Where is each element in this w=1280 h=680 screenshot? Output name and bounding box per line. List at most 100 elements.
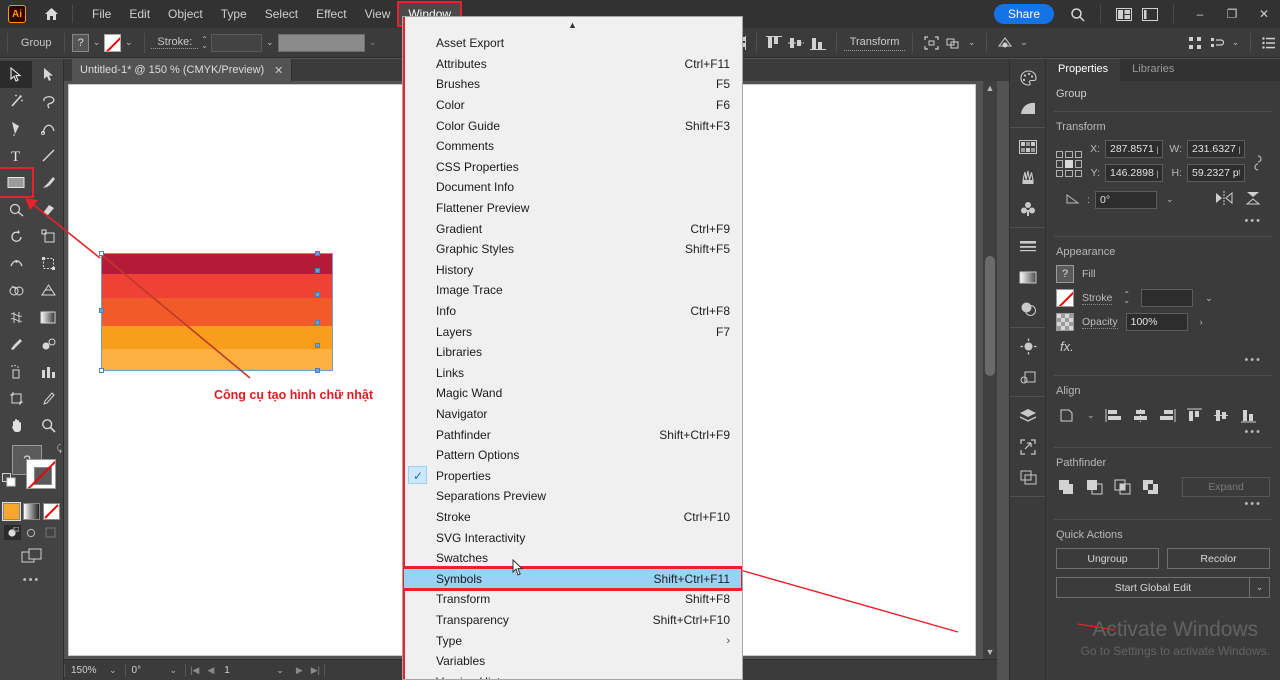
w-input[interactable] — [1187, 140, 1245, 158]
menu-item-flattener-preview[interactable]: Flattener Preview — [403, 198, 742, 219]
start-global-edit-button[interactable]: Start Global Edit — [1056, 577, 1250, 598]
link-wh-icon[interactable] — [1252, 153, 1270, 176]
menu-item-pathfinder[interactable]: PathfinderShift+Ctrl+F9 — [403, 424, 742, 445]
scroll-down-icon[interactable]: ▼ — [983, 645, 997, 659]
eyedropper-tool[interactable] — [0, 331, 32, 358]
graphic-styles-panel-icon[interactable] — [1010, 362, 1046, 393]
h-input[interactable] — [1187, 164, 1245, 182]
tab-libraries[interactable]: Libraries — [1120, 59, 1186, 81]
change-screen-mode-icon[interactable] — [0, 548, 63, 564]
last-artboard-icon[interactable]: ▶| — [307, 665, 324, 676]
stroke-weight-input[interactable] — [1141, 289, 1193, 307]
artboards-panel-icon[interactable] — [1010, 462, 1046, 493]
shape-builder-tool[interactable] — [0, 277, 32, 304]
menu-item-stroke[interactable]: StrokeCtrl+F10 — [403, 507, 742, 528]
rotation-chevron-down-icon[interactable]: ⌄ — [168, 665, 186, 676]
menu-item-attributes[interactable]: AttributesCtrl+F11 — [403, 54, 742, 75]
line-segment-tool[interactable] — [32, 142, 64, 169]
chevron-down-icon[interactable]: ⌄ — [1250, 577, 1270, 598]
hand-tool[interactable] — [0, 412, 32, 439]
rotate-tool[interactable] — [0, 223, 32, 250]
menu-item-swatches[interactable]: Swatches — [403, 548, 742, 569]
minus-front-icon[interactable] — [1084, 476, 1106, 498]
menu-item-history[interactable]: History — [403, 260, 742, 281]
menu-item-brushes[interactable]: BrushesF5 — [403, 74, 742, 95]
direct-selection-tool[interactable] — [32, 61, 64, 88]
stroke-weight-stepper[interactable]: ⌃⌄ — [198, 37, 211, 49]
arrange-chevron-down-icon[interactable]: ⌄ — [1228, 37, 1244, 48]
menu-item-links[interactable]: Links — [403, 363, 742, 384]
none-swatch-icon[interactable] — [43, 503, 60, 520]
rectangle-group[interactable] — [101, 253, 333, 371]
menu-item-version-history[interactable]: Version History — [403, 671, 742, 680]
arrange-documents-icon[interactable] — [1111, 0, 1137, 28]
opacity-swatch[interactable] — [1056, 313, 1074, 331]
paintbrush-tool[interactable] — [32, 169, 64, 196]
angle-input[interactable] — [1095, 191, 1157, 209]
menu-item-css-properties[interactable]: CSS Properties — [403, 157, 742, 178]
stroke-weight-stepper[interactable]: ⌃⌄ — [1120, 292, 1133, 304]
stroke-swatch[interactable] — [1056, 289, 1074, 307]
selection-tool[interactable] — [0, 61, 32, 88]
menu-file[interactable]: File — [83, 3, 120, 25]
expand-button[interactable]: Expand — [1182, 477, 1270, 497]
fx-button[interactable]: fx. — [1056, 337, 1270, 354]
menu-item-comments[interactable]: Comments — [403, 136, 742, 157]
fill-chevron-down-icon[interactable]: ⌄ — [89, 37, 105, 48]
zoom-chevron-down-icon[interactable]: ⌄ — [107, 665, 125, 676]
zoom-level-value[interactable]: 150% — [65, 665, 107, 676]
free-transform-tool[interactable] — [32, 250, 64, 277]
opacity-input[interactable] — [1126, 313, 1188, 331]
transparency-panel-icon[interactable] — [1010, 293, 1046, 324]
transform-button[interactable]: Transform — [844, 34, 906, 51]
scale-tool[interactable] — [32, 223, 64, 250]
menu-item-separations-preview[interactable]: Separations Preview — [403, 486, 742, 507]
stroke-weight-input[interactable] — [211, 34, 262, 52]
slice-tool[interactable] — [32, 385, 64, 412]
draw-normal-icon[interactable] — [4, 525, 21, 540]
stroke-chevron-down-icon[interactable]: ⌄ — [121, 37, 137, 48]
artboard-chevron-down-icon[interactable]: ⌄ — [274, 665, 292, 676]
menu-effect[interactable]: Effect — [307, 3, 355, 25]
workspace-switcher-icon[interactable] — [1137, 0, 1163, 28]
rectangle-tool[interactable] — [0, 169, 32, 196]
align-top-icon[interactable] — [1182, 404, 1207, 426]
align-right-icon[interactable] — [1155, 404, 1180, 426]
menu-item-variables[interactable]: Variables — [403, 651, 742, 672]
menu-item-type[interactable]: Type› — [403, 630, 742, 651]
perspective-grid-tool[interactable] — [32, 277, 64, 304]
menu-item-color-guide[interactable]: Color GuideShift+F3 — [403, 115, 742, 136]
align-center-v-icon[interactable] — [1209, 404, 1234, 426]
intersect-icon[interactable] — [1112, 476, 1134, 498]
brushes-panel-icon[interactable] — [1010, 162, 1046, 193]
menu-scroll-up-icon[interactable]: ▲ — [403, 17, 742, 33]
scroll-up-icon[interactable]: ▲ — [983, 81, 997, 95]
menu-item-asset-export[interactable]: Asset Export — [403, 33, 742, 54]
align-to-icon[interactable] — [1056, 404, 1081, 426]
align-more-options-icon[interactable]: ••• — [1056, 426, 1270, 438]
isolate-selected-icon[interactable] — [920, 32, 942, 54]
minimize-button[interactable]: – — [1184, 0, 1216, 28]
tab-properties[interactable]: Properties — [1046, 59, 1120, 81]
unite-icon[interactable] — [1056, 476, 1078, 498]
band-1[interactable] — [101, 253, 333, 274]
canvas-vertical-scrollbar[interactable]: ▲ ▼ — [983, 81, 997, 659]
arrange-icon[interactable] — [1206, 32, 1228, 54]
maximize-button[interactable]: ❐ — [1216, 0, 1248, 28]
symbols-panel-icon[interactable] — [1010, 193, 1046, 224]
angle-chevron-down-icon[interactable]: ⌄ — [1162, 194, 1178, 205]
gradient-tool[interactable] — [32, 304, 64, 331]
menu-item-transparency[interactable]: TransparencyShift+Ctrl+F10 — [403, 610, 742, 631]
ungroup-button[interactable]: Ungroup — [1056, 548, 1159, 569]
menu-edit[interactable]: Edit — [120, 3, 159, 25]
prev-artboard-icon[interactable]: ◀ — [203, 665, 218, 676]
document-tab[interactable]: Untitled-1* @ 150 % (CMYK/Preview) ✕ — [72, 59, 292, 81]
align-bottom-icon[interactable] — [807, 32, 829, 54]
zoom-tool[interactable] — [32, 412, 64, 439]
menu-item-libraries[interactable]: Libraries — [403, 342, 742, 363]
appearance-panel-icon[interactable] — [1010, 331, 1046, 362]
next-artboard-icon[interactable]: ▶ — [292, 665, 307, 676]
magic-wand-tool[interactable] — [0, 88, 32, 115]
menu-item-symbols[interactable]: SymbolsShift+Ctrl+F11 — [403, 568, 742, 589]
align-bottom-icon[interactable] — [1236, 404, 1261, 426]
